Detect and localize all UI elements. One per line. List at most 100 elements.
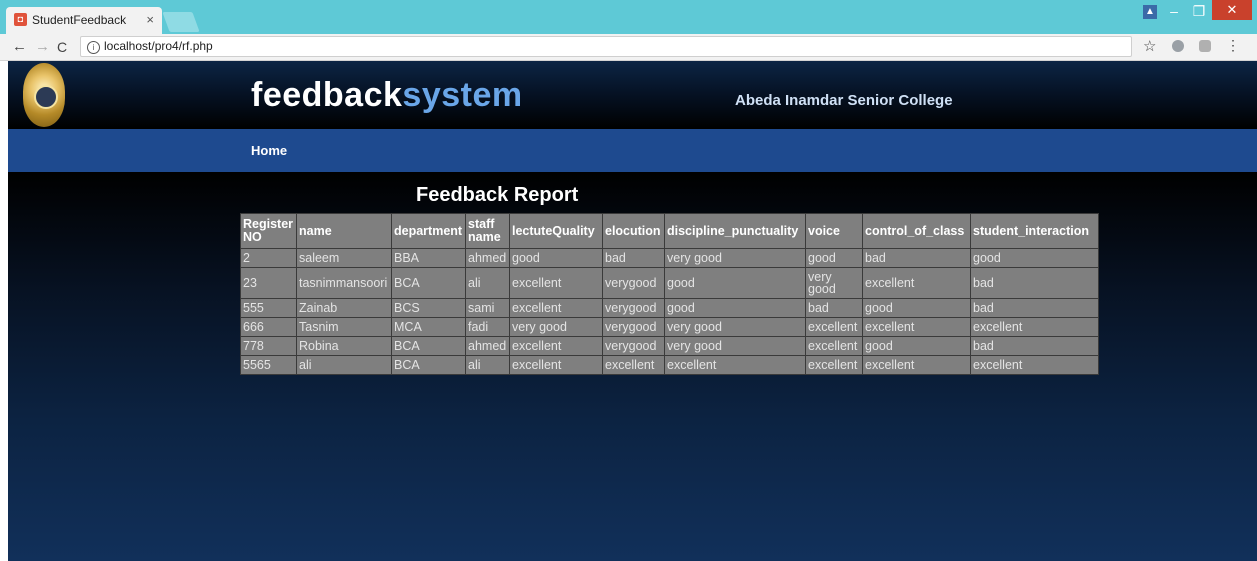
table-cell: excellent (863, 356, 970, 374)
site-brand: feedbacksystem (251, 75, 523, 115)
table-cell: good (665, 268, 805, 298)
table-cell: good (665, 299, 805, 317)
table-cell: Zainab (297, 299, 391, 317)
back-arrow-icon[interactable]: ← (12, 37, 27, 57)
table-cell: BCA (392, 337, 465, 355)
table-cell: sami (466, 299, 509, 317)
browser-titlebar: ◘ StudentFeedback × ▲ – ❐ ✕ (0, 0, 1257, 34)
table-cell: excellent (603, 356, 664, 374)
brand-part1: feedback (251, 76, 403, 114)
restore-icon[interactable]: ❐ (1188, 2, 1210, 20)
address-bar[interactable]: i localhost/pro4/rf.php (80, 36, 1132, 57)
column-header: discipline_punctuality (665, 214, 805, 248)
feedback-report-table: Register NO name department staff name l… (240, 213, 1099, 375)
table-cell: bad (806, 299, 862, 317)
column-header: lectuteQuality (510, 214, 602, 248)
table-cell: BCS (392, 299, 465, 317)
forward-arrow-icon[interactable]: → (35, 37, 50, 57)
table-cell: Tasnim (297, 318, 391, 336)
table-cell: good (863, 299, 970, 317)
table-cell: good (510, 249, 602, 267)
site-navbar: Home (8, 129, 1257, 172)
info-icon[interactable]: i (87, 41, 100, 54)
nav-home-link[interactable]: Home (251, 143, 287, 158)
table-cell: 778 (241, 337, 296, 355)
bookmark-star-icon[interactable]: ☆ (1143, 37, 1156, 55)
user-profile-icon[interactable]: ▲ (1143, 5, 1157, 19)
url-text[interactable]: localhost/pro4/rf.php (104, 39, 213, 54)
table-cell: 2 (241, 249, 296, 267)
table-cell: fadi (466, 318, 509, 336)
page-viewport: feedbacksystem Abeda Inamdar Senior Coll… (8, 61, 1257, 561)
tab-close-icon[interactable]: × (146, 7, 154, 33)
table-cell: verygood (603, 268, 664, 298)
table-cell: 666 (241, 318, 296, 336)
college-logo (23, 63, 65, 127)
tab-favicon-icon: ◘ (14, 13, 27, 26)
table-cell: 5565 (241, 356, 296, 374)
extension-icon[interactable] (1172, 40, 1184, 52)
reload-icon[interactable]: C (57, 37, 67, 57)
table-cell: very good (510, 318, 602, 336)
table-cell: good (806, 249, 862, 267)
table-cell: excellent (806, 318, 862, 336)
table-cell: saleem (297, 249, 391, 267)
table-cell: bad (863, 249, 970, 267)
table-cell: bad (971, 299, 1098, 317)
table-cell: verygood (603, 337, 664, 355)
column-header: name (297, 214, 391, 248)
table-cell: verygood (603, 299, 664, 317)
table-cell: excellent (510, 356, 602, 374)
table-cell: 555 (241, 299, 296, 317)
extension-icon[interactable] (1199, 40, 1211, 52)
table-cell: 23 (241, 268, 296, 298)
table-row: 23 tasnimmansoori BCA ali excellent very… (241, 268, 1098, 298)
table-cell: excellent (665, 356, 805, 374)
table-cell: very good (806, 268, 862, 298)
column-header: staff name (466, 214, 509, 248)
table-cell: excellent (863, 268, 970, 298)
table-cell: good (971, 249, 1098, 267)
table-cell: excellent (806, 356, 862, 374)
table-cell: good (863, 337, 970, 355)
table-cell: excellent (510, 268, 602, 298)
table-row: 5565 ali BCA ali excellent excellent exc… (241, 356, 1098, 374)
table-cell: BBA (392, 249, 465, 267)
report-title: Feedback Report (416, 184, 579, 206)
table-cell: Robina (297, 337, 391, 355)
table-row: 2 saleem BBA ahmed good bad very good go… (241, 249, 1098, 267)
table-row: 555 Zainab BCS sami excellent verygood g… (241, 299, 1098, 317)
table-header-row: Register NO name department staff name l… (241, 214, 1098, 248)
table-cell: excellent (863, 318, 970, 336)
table-cell: excellent (971, 356, 1098, 374)
table-cell: excellent (510, 299, 602, 317)
new-tab-button[interactable] (162, 12, 200, 32)
table-cell: ahmed (466, 249, 509, 267)
table-cell: tasnimmansoori (297, 268, 391, 298)
table-cell: BCA (392, 268, 465, 298)
table-cell: excellent (806, 337, 862, 355)
column-header: student_interaction (971, 214, 1098, 248)
table-row: 778 Robina BCA ahmed excellent verygood … (241, 337, 1098, 355)
browser-toolbar: ← → C i localhost/pro4/rf.php ☆ ⋮ (0, 34, 1257, 61)
table-cell: ali (466, 356, 509, 374)
column-header: voice (806, 214, 862, 248)
table-row: 666 Tasnim MCA fadi very good verygood v… (241, 318, 1098, 336)
table-cell: ali (297, 356, 391, 374)
column-header: Register NO (241, 214, 296, 248)
table-cell: excellent (510, 337, 602, 355)
brand-part2: system (402, 76, 523, 114)
table-cell: ahmed (466, 337, 509, 355)
browser-tab[interactable]: ◘ StudentFeedback × (6, 7, 162, 34)
window-close-icon[interactable]: ✕ (1212, 0, 1252, 20)
table-cell: verygood (603, 318, 664, 336)
table-cell: bad (603, 249, 664, 267)
minimize-icon[interactable]: – (1163, 2, 1185, 20)
site-header: feedbacksystem Abeda Inamdar Senior Coll… (8, 61, 1257, 129)
table-cell: very good (665, 337, 805, 355)
table-cell: bad (971, 268, 1098, 298)
browser-menu-icon[interactable]: ⋮ (1226, 37, 1240, 54)
table-cell: bad (971, 337, 1098, 355)
table-cell: ali (466, 268, 509, 298)
table-cell: MCA (392, 318, 465, 336)
